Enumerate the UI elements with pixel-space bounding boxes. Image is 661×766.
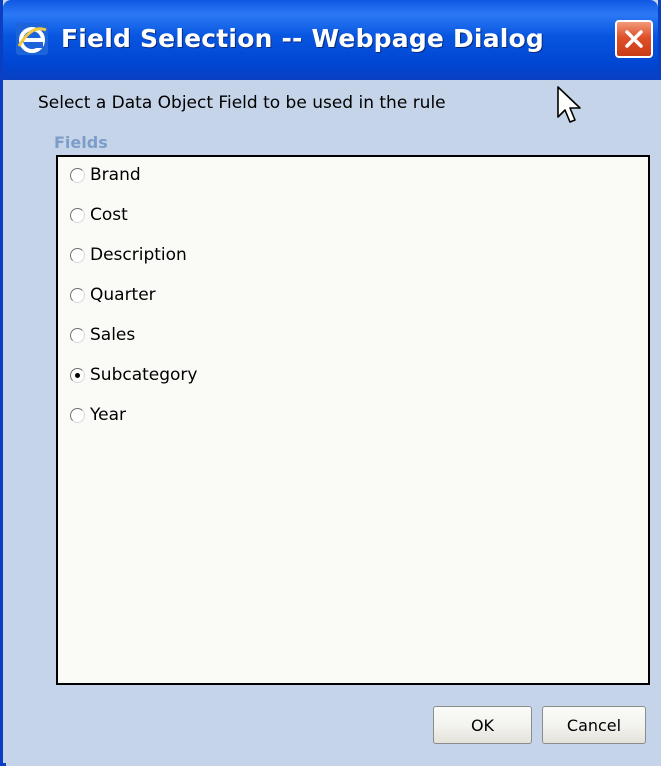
close-button[interactable] (615, 20, 653, 58)
ok-button[interactable]: OK (433, 706, 532, 744)
field-option-label: Cost (90, 205, 128, 225)
radio-button[interactable] (70, 247, 85, 263)
dialog-body: Select a Data Object Field to be used in… (6, 80, 661, 766)
mouse-cursor-icon (556, 85, 584, 129)
field-option-sales[interactable]: Sales (70, 323, 135, 347)
title-bar[interactable]: Field Selection -- Webpage Dialog (3, 0, 658, 80)
field-option-label: Year (90, 405, 126, 425)
field-option-label: Quarter (90, 285, 156, 305)
field-option-cost[interactable]: Cost (70, 203, 128, 227)
cancel-button[interactable]: Cancel (542, 706, 646, 744)
radio-button[interactable] (70, 407, 85, 423)
field-option-label: Sales (90, 325, 136, 345)
field-option-brand[interactable]: Brand (70, 163, 141, 187)
field-option-label: Brand (90, 165, 141, 185)
window-title: Field Selection -- Webpage Dialog (61, 24, 545, 53)
field-option-quarter[interactable]: Quarter (70, 283, 156, 307)
fields-heading: Fields (54, 133, 108, 152)
dialog-window: Field Selection -- Webpage Dialog Select… (0, 0, 661, 766)
fields-list[interactable]: Brand Cost Description Quarter Sales Sub… (56, 155, 650, 685)
field-option-subcategory[interactable]: Subcategory (70, 363, 198, 387)
field-option-label: Subcategory (90, 365, 198, 385)
instruction-text: Select a Data Object Field to be used in… (38, 93, 446, 113)
radio-button[interactable] (70, 207, 85, 223)
field-option-label: Description (90, 245, 187, 265)
field-option-year[interactable]: Year (70, 403, 126, 427)
radio-button[interactable] (70, 287, 85, 303)
field-option-description[interactable]: Description (70, 243, 187, 267)
radio-button-selected[interactable] (70, 367, 85, 383)
radio-button[interactable] (70, 167, 85, 183)
radio-button[interactable] (70, 327, 85, 343)
internet-explorer-icon (15, 22, 49, 56)
close-icon (625, 30, 643, 48)
